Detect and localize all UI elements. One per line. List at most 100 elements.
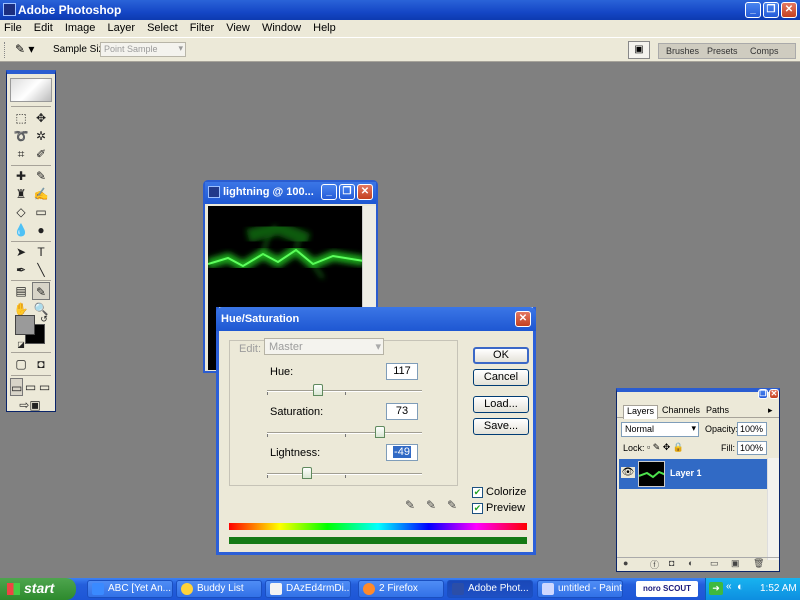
full-screen-icon[interactable]: ▭ [38,378,51,396]
new-layer-icon[interactable]: ▣ [731,558,740,569]
save-button[interactable]: Save... [473,418,529,435]
dialog-close-button[interactable]: ✕ [515,311,531,327]
menu-view[interactable]: View [222,20,255,34]
menu-edit[interactable]: Edit [30,20,58,34]
document-titlebar[interactable]: lightning @ 100... _ ❐ ✕ [205,182,376,204]
quick-mask-icon[interactable]: ◘ [32,355,50,373]
restore-button[interactable]: ❐ [763,2,779,18]
brush-tool-icon[interactable]: ✎ [32,167,50,185]
menu-image[interactable]: Image [61,20,101,34]
dialog-titlebar[interactable]: Hue/Saturation ✕ [216,307,536,331]
notes-tool-icon[interactable]: ▤ [12,282,30,300]
eyedropper-icon[interactable]: ✎ ▾ [15,42,41,58]
menu-window[interactable]: Window [258,20,306,34]
doc-close-button[interactable]: ✕ [357,184,373,200]
saturation-slider-thumb[interactable] [375,426,386,438]
palette-minimize-button[interactable]: ❐ [758,389,768,399]
doc-maximize-button[interactable]: ❐ [339,184,355,200]
ok-button[interactable]: OK [473,347,529,364]
cancel-button[interactable]: Cancel [473,369,529,386]
menu-layer[interactable]: Layer [103,20,140,34]
menu-select[interactable]: Select [143,20,183,34]
norton-scout-badge[interactable]: noro SCOUT [636,581,698,597]
start-button[interactable]: start [0,578,76,600]
well-tab-brushes[interactable]: Brushes [666,46,699,56]
slice-tool-icon[interactable]: ✐ [32,145,50,163]
adjustment-layer-icon[interactable]: ◐ [688,558,693,568]
network-icon[interactable]: ◐ [737,581,744,593]
edit-select[interactable]: Master [264,338,384,355]
eyedropper-icon[interactable]: ✎ [405,498,415,512]
new-group-icon[interactable]: ▭ [710,558,719,569]
menu-filter[interactable]: Filter [186,20,219,34]
foreground-color-swatch[interactable] [15,315,35,335]
saturation-input[interactable]: 73 [386,403,418,420]
gradient-tool-icon[interactable]: ▭ [32,203,50,221]
options-bar-grip[interactable] [4,42,7,58]
palette-menu-icon[interactable]: ▸ [765,405,776,416]
healing-brush-icon[interactable]: ✚ [12,167,30,185]
doc-minimize-button[interactable]: _ [321,184,337,200]
hue-slider-track[interactable] [267,390,422,395]
move-tool-icon[interactable]: ✥ [32,109,50,127]
path-selection-icon[interactable]: ➤ [12,243,30,261]
well-tab-comps[interactable]: Comps [750,46,779,56]
eyedropper-tool-icon[interactable]: ✎ [32,282,50,300]
dodge-tool-icon[interactable]: ● [32,221,50,239]
sample-size-select[interactable]: Point Sample [100,42,186,57]
feather-logo[interactable] [10,78,52,102]
lightness-slider-thumb[interactable] [301,467,312,479]
opacity-input[interactable]: 100% [737,422,767,436]
preview-checkbox[interactable]: ✔ Preview [472,502,532,514]
eraser-tool-icon[interactable]: ◇ [12,203,30,221]
type-tool-icon[interactable]: T [32,243,50,261]
tab-channels[interactable]: Channels [659,405,703,415]
lock-icons[interactable]: ▫ ✎ ✥ 🔒 [647,442,684,453]
colorize-checkbox[interactable]: ✔ Colorize [472,486,532,498]
crop-tool-icon[interactable]: ⌗ [12,145,30,163]
taskbar-item[interactable]: DAzEd4rmDi... [265,580,351,598]
standard-screen-icon[interactable]: ▭ [10,378,23,396]
close-button[interactable]: ✕ [781,2,797,18]
hue-slider-thumb[interactable] [313,384,324,396]
tab-paths[interactable]: Paths [703,405,732,415]
clone-stamp-icon[interactable]: ♜ [12,185,30,203]
history-brush-icon[interactable]: ✍ [32,185,50,203]
pen-tool-icon[interactable]: ✒ [12,261,30,279]
layer-row[interactable]: 👁 Layer 1 [619,459,767,489]
expand-tray-icon[interactable]: « [726,581,732,592]
lightness-input[interactable]: -49 [386,444,418,461]
arrow-tray-icon[interactable]: ➜ [709,582,723,595]
eyedropper-plus-icon[interactable]: ✎ [426,498,436,512]
load-button[interactable]: Load... [473,396,529,413]
trash-icon[interactable]: 🗑 [753,558,764,569]
standard-mode-icon[interactable]: ▢ [12,355,30,373]
add-mask-icon[interactable]: ◘ [669,558,674,568]
hue-input[interactable]: 117 [386,363,418,380]
link-icon[interactable]: ● [623,558,628,568]
saturation-slider-track[interactable] [267,432,422,437]
full-screen-menu-icon[interactable]: ▭ [24,378,37,396]
line-tool-icon[interactable]: ╲ [32,261,50,279]
taskbar-item[interactable]: 2 Firefox [358,580,444,598]
minimize-button[interactable]: _ [745,2,761,18]
layers-scrollbar[interactable] [767,458,779,560]
blend-mode-select[interactable]: Normal [621,422,699,437]
taskbar-item[interactable]: Adobe Phot... [447,580,533,598]
tab-layers[interactable]: Layers [623,405,659,419]
taskbar-item[interactable]: Buddy List [176,580,262,598]
menu-help[interactable]: Help [309,20,341,34]
marquee-tool-icon[interactable]: ⬚ [12,109,30,127]
jump-to-imageready-icon[interactable]: ⇨▣ [12,396,48,414]
fill-input[interactable]: 100% [737,441,767,455]
well-tab-presets[interactable]: Presets [707,46,738,56]
eyedropper-minus-icon[interactable]: ✎ [447,498,457,512]
layer-style-icon[interactable]: ⓕ [650,558,659,571]
swap-colors-icon[interactable]: ↺ [35,310,53,328]
palette-close-button[interactable]: ✕ [769,389,779,399]
blur-tool-icon[interactable]: 💧 [12,221,30,239]
magic-wand-icon[interactable]: ✲ [32,127,50,145]
lightness-slider-track[interactable] [267,473,422,478]
file-browser-icon[interactable]: ▣ [628,41,650,59]
taskbar-item[interactable]: ABC [Yet An... [87,580,173,598]
